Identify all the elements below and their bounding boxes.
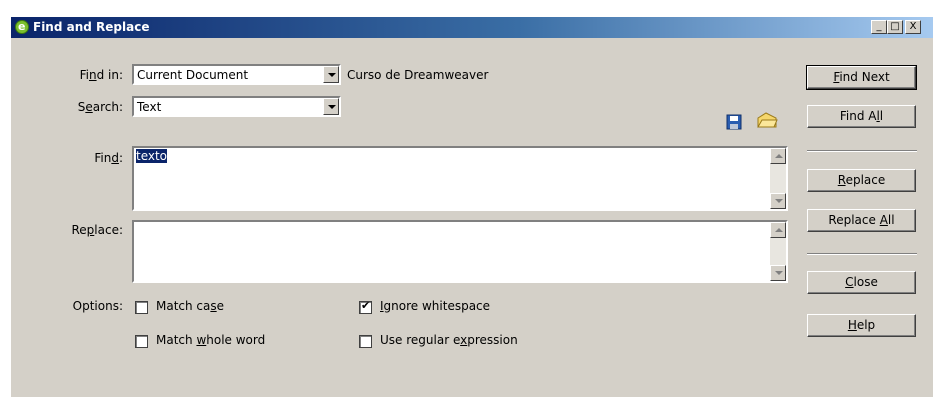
- dreamweaver-icon: e: [15, 20, 29, 34]
- replace-button[interactable]: Replace: [807, 169, 916, 192]
- help-button[interactable]: Help: [807, 314, 916, 337]
- find-all-button[interactable]: Find All: [807, 105, 916, 128]
- find-text-field[interactable]: texto: [132, 146, 788, 211]
- open-folder-icon[interactable]: [756, 111, 778, 131]
- replace-all-button[interactable]: Replace All: [807, 209, 916, 232]
- match-whole-word-label[interactable]: Match whole word: [156, 333, 265, 347]
- replace-scrollbar[interactable]: [770, 222, 786, 281]
- scroll-up-icon[interactable]: [770, 148, 786, 164]
- chevron-down-icon[interactable]: [323, 66, 339, 83]
- use-regex-label[interactable]: Use regular expression: [380, 333, 518, 347]
- ignore-whitespace-checkbox[interactable]: [359, 299, 372, 314]
- floppy-disk-icon[interactable]: [726, 114, 742, 130]
- find-replace-dialog: e Find and Replace _ □ X Find in: Curren…: [10, 16, 933, 397]
- find-scrollbar[interactable]: [770, 148, 786, 209]
- match-case-checkbox[interactable]: [135, 301, 148, 314]
- find-in-value: Current Document: [137, 68, 249, 82]
- button-separator: [807, 150, 917, 152]
- find-next-button[interactable]: Find Next: [806, 65, 917, 90]
- use-regex-checkbox[interactable]: [359, 335, 372, 348]
- maximize-button[interactable]: □: [887, 20, 903, 34]
- find-text-value: texto: [136, 149, 168, 163]
- close-button[interactable]: Close: [807, 271, 916, 294]
- close-window-button[interactable]: X: [905, 20, 921, 34]
- chevron-down-icon[interactable]: [323, 98, 339, 115]
- minimize-button[interactable]: _: [871, 20, 887, 34]
- replace-label: Replace:: [71, 223, 123, 237]
- search-type-dropdown[interactable]: Text: [132, 96, 341, 117]
- options-label: Options:: [72, 299, 123, 313]
- ignore-whitespace-label[interactable]: Ignore whitespace: [380, 299, 490, 313]
- search-type-value: Text: [137, 100, 162, 114]
- title-bar[interactable]: e Find and Replace _ □ X: [11, 17, 933, 38]
- find-label: Find:: [94, 151, 123, 165]
- match-case-label[interactable]: Match case: [156, 299, 224, 313]
- find-in-label: Find in:: [79, 68, 123, 82]
- scroll-down-icon[interactable]: [770, 265, 786, 281]
- replace-text-field[interactable]: [132, 220, 788, 283]
- window-title: Find and Replace: [33, 20, 150, 34]
- search-label: Search:: [77, 100, 123, 114]
- scroll-up-icon[interactable]: [770, 222, 786, 238]
- button-separator: [807, 253, 917, 255]
- match-whole-word-checkbox[interactable]: [135, 335, 148, 348]
- scroll-down-icon[interactable]: [770, 193, 786, 209]
- find-in-dropdown[interactable]: Current Document: [132, 64, 341, 85]
- document-name: Curso de Dreamweaver: [347, 68, 489, 82]
